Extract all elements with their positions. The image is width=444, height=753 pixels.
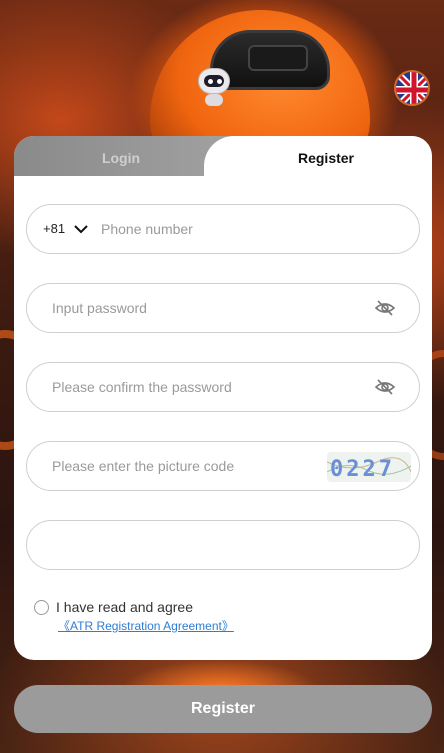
eye-off-icon[interactable] bbox=[374, 299, 396, 317]
tab-register[interactable]: Register bbox=[296, 150, 356, 166]
phone-input[interactable]: Phone number bbox=[101, 221, 193, 237]
country-code[interactable]: +81 bbox=[43, 221, 65, 236]
confirm-password-field[interactable]: Please confirm the password bbox=[26, 362, 420, 412]
tab-curve bbox=[14, 176, 432, 196]
agreement-radio[interactable] bbox=[34, 600, 49, 615]
password-field[interactable]: Input password bbox=[26, 283, 420, 333]
agreement-row: I have read and agree 《ATR Registration … bbox=[34, 596, 414, 636]
helmet-visor-slot bbox=[248, 45, 308, 71]
captcha-field[interactable]: Please enter the picture code 0227 bbox=[26, 441, 420, 491]
agreement-link[interactable]: 《ATR Registration Agreement》 bbox=[58, 617, 234, 634]
password-input[interactable]: Input password bbox=[52, 300, 147, 316]
phone-field[interactable]: +81 Phone number bbox=[26, 204, 420, 254]
extra-field[interactable] bbox=[26, 520, 420, 570]
tab-login[interactable]: Login bbox=[76, 150, 166, 166]
captcha-image[interactable]: 0227 bbox=[327, 452, 411, 482]
uk-flag-icon[interactable] bbox=[394, 70, 430, 106]
agreement-text: I have read and agree bbox=[56, 599, 193, 615]
register-button[interactable]: Register bbox=[14, 685, 432, 733]
chevron-down-icon[interactable] bbox=[73, 221, 89, 237]
captcha-code: 0227 bbox=[330, 457, 395, 482]
robot-avatar-icon bbox=[195, 64, 233, 108]
register-card: Login Register +81 Phone number Input pa… bbox=[14, 136, 432, 660]
tab-bar: Login Register bbox=[14, 136, 432, 180]
confirm-password-input[interactable]: Please confirm the password bbox=[52, 379, 232, 395]
captcha-input[interactable]: Please enter the picture code bbox=[52, 458, 234, 474]
eye-off-icon[interactable] bbox=[374, 378, 396, 396]
